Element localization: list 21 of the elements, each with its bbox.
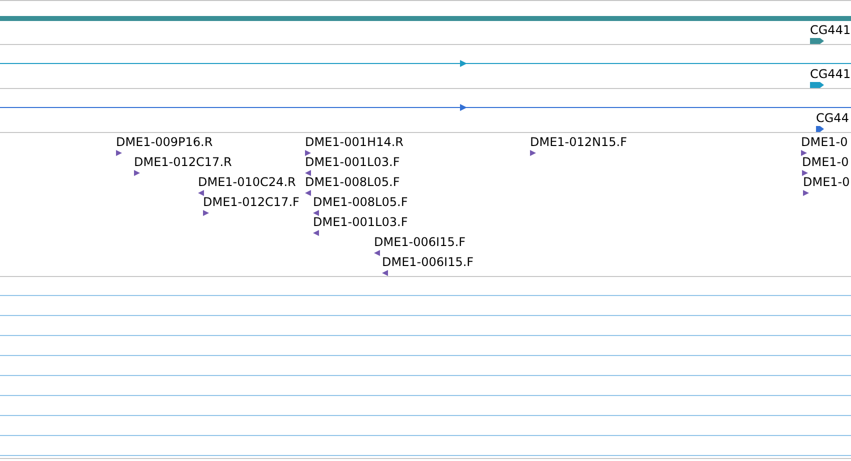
gene-glyph-icon [810, 38, 824, 44]
feature-label: DME1-012C17.F [203, 195, 300, 209]
feature-label: DME1-001H14.R [305, 135, 404, 149]
gene-label: CG441 [810, 23, 851, 37]
feature-label: DME1-001L03.F [313, 215, 408, 229]
feature-label: DME1-0 [803, 175, 850, 189]
gene-glyph-icon [810, 82, 824, 88]
feature-label: DME1-0 [802, 155, 849, 169]
feature-label: DME1-009P16.R [116, 135, 213, 149]
gene-glyph-icon [816, 126, 824, 132]
feature-label: DME1-008L05.F [305, 175, 400, 189]
feature-label: DME1-008L05.F [313, 195, 408, 209]
feature-label: DME1-006I15.F [374, 235, 466, 249]
feature-label: DME1-0 [801, 135, 848, 149]
feature-label: DME1-006I15.F [382, 255, 474, 269]
feature-label: DME1-010C24.R [198, 175, 296, 189]
gene-label: CG441 [810, 67, 851, 81]
feature-label: DME1-001L03.F [305, 155, 400, 169]
gene-label: CG44 [816, 111, 849, 125]
feature-label: DME1-012N15.F [530, 135, 628, 149]
feature-label: DME1-012C17.R [134, 155, 232, 169]
